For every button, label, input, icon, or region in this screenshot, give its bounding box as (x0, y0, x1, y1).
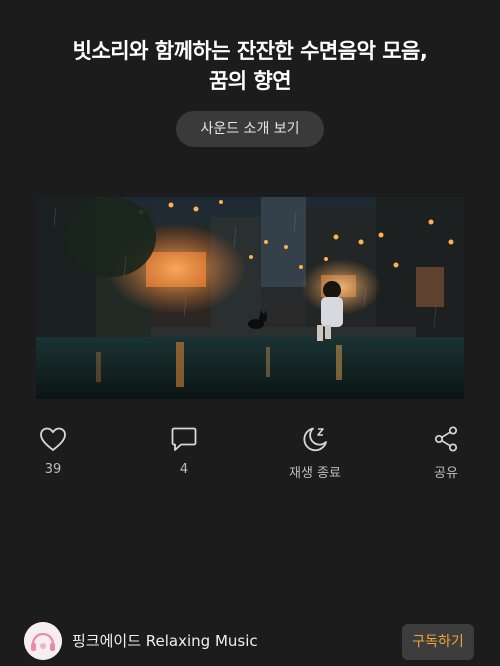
sleep-timer-button[interactable]: 재생 종료 (275, 420, 355, 481)
comment-count: 4 (179, 462, 189, 477)
video-title-line-1: 빗소리와 함께하는 잔잔한 수면음악 모음, (72, 39, 428, 63)
video-title-line-2: 꿈의 향연 (208, 69, 292, 93)
video-title: 빗소리와 함께하는 잔잔한 수면음악 모음, 꿈의 향연 (20, 36, 480, 96)
share-button[interactable]: 공유 (406, 420, 486, 481)
sound-intro-button[interactable]: 사운드 소개 보기 (176, 111, 324, 147)
video-thumbnail[interactable] (36, 197, 464, 399)
heart-icon (40, 427, 66, 451)
sleep-timer-label: 재생 종료 (289, 466, 341, 481)
moon-sleep-icon (303, 427, 327, 452)
like-button[interactable]: 39 (13, 420, 93, 477)
pink-headphones-logo (24, 622, 62, 660)
like-count: 39 (44, 462, 62, 477)
share-icon (434, 426, 458, 452)
channel-avatar[interactable] (24, 622, 62, 660)
comment-icon (171, 427, 197, 451)
channel-row: 핑크에이드 Relaxing Music 구독하기 (0, 620, 500, 666)
channel-name[interactable]: 핑크에이드 Relaxing Music (72, 630, 258, 651)
share-label: 공유 (434, 466, 458, 481)
subscribe-button[interactable]: 구독하기 (402, 624, 474, 660)
comment-button[interactable]: 4 (144, 420, 224, 477)
action-bar: 39 4 재생 종료 공유 (0, 420, 500, 484)
